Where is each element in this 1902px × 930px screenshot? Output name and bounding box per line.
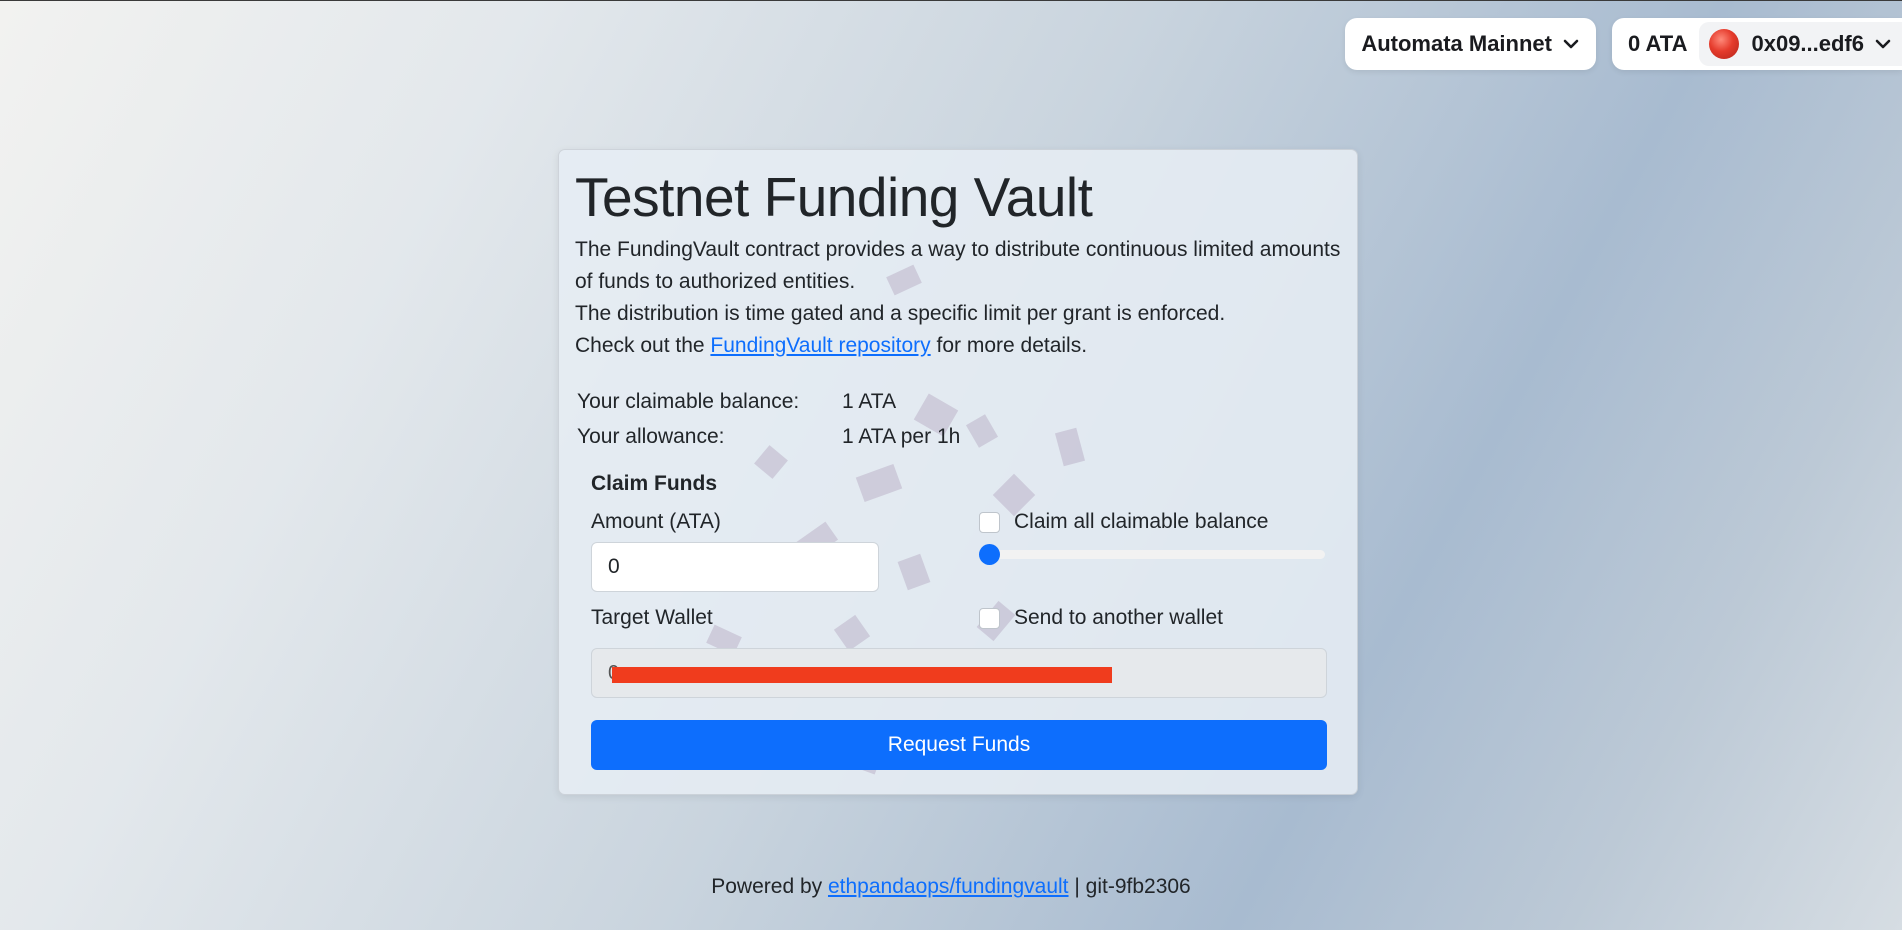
claimable-value: 1 ATA (842, 389, 897, 413)
network-label: Automata Mainnet (1361, 31, 1552, 56)
slider-thumb[interactable] (979, 544, 1000, 565)
account-label: 0x09...edf6 (1751, 31, 1864, 56)
footer-version: | git-9fb2306 (1068, 875, 1191, 898)
claim-all-label: Claim all claimable balance (1014, 510, 1269, 533)
claim-all-toggle[interactable]: Claim all claimable balance (979, 510, 1325, 534)
footer: Powered by ethpandaops/fundingvault | gi… (0, 875, 1902, 899)
topbar: Automata Mainnet 0 ATA 0x09...edf6 (1345, 18, 1902, 70)
page-title: Testnet Funding Vault (575, 166, 1093, 228)
avatar (1709, 29, 1740, 59)
send-other-checkbox[interactable] (979, 607, 1000, 629)
chevron-down-icon (1875, 39, 1891, 49)
amount-label: Amount (ATA) (591, 510, 721, 533)
request-funds-button[interactable]: Request Funds (591, 720, 1327, 770)
repository-link[interactable]: FundingVault repository (710, 334, 930, 357)
amount-slider[interactable] (979, 544, 1325, 566)
allowance-value: 1 ATA per 1h (842, 424, 961, 448)
redaction-bar (612, 667, 1112, 683)
target-wallet-input[interactable]: 0 (591, 648, 1327, 698)
network-selector[interactable]: Automata Mainnet (1345, 18, 1596, 70)
claimable-label: Your claimable balance: (577, 389, 800, 413)
funding-vault-card: Testnet Funding Vault The FundingVault c… (558, 149, 1358, 795)
balance-label: 0 ATA (1628, 31, 1688, 56)
amount-input[interactable]: 0 (591, 542, 879, 592)
description-line: The FundingVault contract provides a way… (575, 238, 1341, 293)
amount-row: Amount (ATA) 0 Claim all claimable balan… (591, 510, 1325, 592)
balance-info: Your claimable balance: 1 ATA Your allow… (575, 384, 1341, 454)
claim-title: Claim Funds (591, 472, 718, 495)
slider-track[interactable] (979, 550, 1325, 559)
allowance-label: Your allowance: (577, 424, 725, 448)
description-text: for more details. (930, 334, 1088, 357)
target-wallet-label: Target Wallet (591, 606, 713, 629)
claim-form: Claim Funds Amount (ATA) 0 Claim all cla… (575, 454, 1341, 770)
account-button[interactable]: 0 ATA 0x09...edf6 (1612, 18, 1902, 70)
allowance-row: Your allowance: 1 ATA per 1h (575, 419, 1341, 454)
claim-all-checkbox[interactable] (979, 511, 1000, 533)
target-row: Target Wallet Send to another wallet (591, 606, 1325, 638)
account-address[interactable]: 0x09...edf6 (1699, 22, 1902, 66)
claimable-row: Your claimable balance: 1 ATA (575, 384, 1341, 419)
description-text: Check out the (575, 334, 711, 357)
chevron-down-icon (1563, 39, 1579, 49)
description-line: Check out the FundingVault repository fo… (575, 330, 1341, 362)
footer-text: Powered by (711, 875, 828, 898)
send-other-toggle[interactable]: Send to another wallet (979, 606, 1325, 630)
send-other-label: Send to another wallet (1014, 606, 1223, 629)
description: The FundingVault contract provides a way… (575, 234, 1341, 362)
footer-link[interactable]: ethpandaops/fundingvault (828, 875, 1069, 898)
description-line: The distribution is time gated and a spe… (575, 302, 1226, 325)
